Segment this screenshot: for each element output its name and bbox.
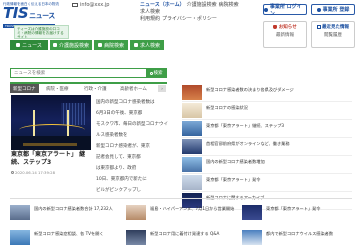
tab-hospital-search[interactable]: 病院検索 bbox=[94, 40, 128, 50]
bottom-news-item[interactable]: 福島・ハイパーアンヌ、7月1日から営業開始 bbox=[126, 205, 236, 222]
news-thumbnail bbox=[182, 139, 202, 154]
bottom-news-item[interactable]: 国内の新型コロナ感染者数合計 17,232人 bbox=[10, 205, 120, 222]
site-logo[interactable]: 行政情報を面白く伝える日本の物流 TISニュース TRUST INFORMATI… bbox=[3, 2, 73, 28]
news-thumbnail bbox=[126, 230, 146, 245]
section-divider bbox=[10, 198, 352, 199]
feature-date: 2020.06.14 17:39:28 bbox=[11, 170, 55, 175]
news-thumbnail bbox=[126, 205, 146, 220]
nav-terms[interactable]: 利用規約 bbox=[140, 16, 160, 22]
feature-image[interactable] bbox=[11, 95, 91, 150]
news-search: 検索 bbox=[10, 68, 167, 78]
notice-subtitle: 最新情報 bbox=[276, 33, 294, 38]
chevron-right-icon[interactable]: › bbox=[158, 85, 166, 92]
feature-body: 国内の新型コロナ感染者数は 6月3日の午後、東京都 モスクワ市、毎日の新型コロナ… bbox=[96, 100, 168, 193]
tab-care-search[interactable]: 介護施設検索 bbox=[50, 40, 92, 50]
email-link[interactable]: info@xxx.jp bbox=[72, 2, 109, 8]
hospital-icon bbox=[97, 43, 102, 47]
clock-icon bbox=[11, 171, 14, 174]
bottom-news-item[interactable]: 新型コロナ用に着付け発達する Q&A bbox=[126, 230, 236, 247]
list-item[interactable]: 東京都「東京アラート」継続、ステップ3 bbox=[182, 120, 352, 138]
nav-care-search[interactable]: 介護施設検索 bbox=[187, 2, 217, 8]
promo-banner[interactable]: ティーズは介護施設の口コミ・病院の情報をお届けするサイト bbox=[14, 25, 69, 39]
news-thumbnail bbox=[10, 230, 30, 245]
category-tab-care[interactable]: 行政・介護 bbox=[84, 84, 107, 93]
top-navigation: ニュース（ホーム） 介護施設検索 病院検索求人検索 利用規約 プライバシー・ポリシー bbox=[140, 2, 260, 23]
recent-subtitle: 閲覧履歴 bbox=[324, 33, 342, 38]
news-thumbnail bbox=[182, 175, 202, 190]
notice-title: お知らせ bbox=[278, 25, 297, 30]
tab-job-search[interactable]: 求人検索 bbox=[130, 40, 164, 50]
news-icon bbox=[16, 43, 21, 47]
search-button[interactable]: 検索 bbox=[146, 69, 166, 77]
login-button[interactable]: 事業所 ログイン bbox=[263, 4, 307, 17]
nav-hospital-search[interactable]: 病院検索 bbox=[219, 2, 239, 8]
search-input[interactable] bbox=[11, 69, 146, 77]
user-icon bbox=[264, 7, 268, 12]
category-tab-corona[interactable]: 新型コロナ bbox=[10, 84, 39, 93]
news-thumbnail bbox=[182, 157, 202, 172]
list-item[interactable]: 首相官邸前府県がオンラインなど、働き業務 bbox=[182, 138, 352, 156]
category-tab-medical[interactable]: 病院・医療 bbox=[46, 84, 69, 93]
register-button[interactable]: 事業所 登録 bbox=[311, 4, 355, 15]
user-icon bbox=[316, 7, 321, 12]
feature-title[interactable]: 東京都「東京アラート」 継続、ステップ3 bbox=[11, 151, 91, 167]
bottom-news-item[interactable]: 東京都「東京アラート」発令 bbox=[242, 205, 352, 222]
news-thumbnail bbox=[182, 121, 202, 136]
nav-job-search[interactable]: 求人検索 bbox=[140, 9, 160, 15]
mail-icon bbox=[72, 3, 78, 7]
care-icon bbox=[52, 43, 57, 47]
email-text: info@xxx.jp bbox=[80, 2, 110, 8]
category-tab-elderly[interactable]: 高齢者ホーム bbox=[120, 84, 147, 93]
nav-privacy[interactable]: プライバシー・ポリシー bbox=[162, 16, 217, 22]
notice-box[interactable]: お知らせ 最新情報 bbox=[263, 21, 307, 48]
recent-title: 最近見た情報 bbox=[322, 25, 349, 30]
news-thumbnail bbox=[182, 85, 202, 100]
bottom-news-item[interactable]: 都内で新型コロナウイルス感染者数 bbox=[242, 230, 352, 247]
news-thumbnail bbox=[182, 103, 202, 118]
news-thumbnail bbox=[242, 205, 262, 220]
job-icon bbox=[133, 43, 138, 47]
document-icon bbox=[317, 24, 321, 30]
logo-wordmark: TISニュース bbox=[3, 4, 55, 22]
bottom-news-item[interactable]: 新型コロナ感染症相談、各 TVを開く bbox=[10, 230, 120, 247]
tab-news[interactable]: ニュース bbox=[10, 40, 48, 50]
news-thumbnail bbox=[242, 230, 262, 245]
recent-box[interactable]: 最近見た情報 閲覧履歴 bbox=[311, 21, 355, 48]
list-item[interactable]: 新型コロナの感染状況 bbox=[182, 102, 352, 120]
search-icon bbox=[149, 71, 153, 75]
bell-icon bbox=[273, 25, 278, 29]
list-item[interactable]: 東京都「東京アラート」発令 bbox=[182, 174, 352, 192]
list-item[interactable]: 新型コロナ感染者数の決まり各県及びダメージ bbox=[182, 84, 352, 102]
news-thumbnail bbox=[10, 205, 30, 220]
news-list: 新型コロナ感染者数の決まり各県及びダメージ 新型コロナの感染状況 東京都「東京ア… bbox=[182, 84, 352, 210]
list-item[interactable]: 国内の新型コロナ感染者数増加 bbox=[182, 156, 352, 174]
nav-news-home[interactable]: ニュース（ホーム） bbox=[140, 2, 185, 8]
